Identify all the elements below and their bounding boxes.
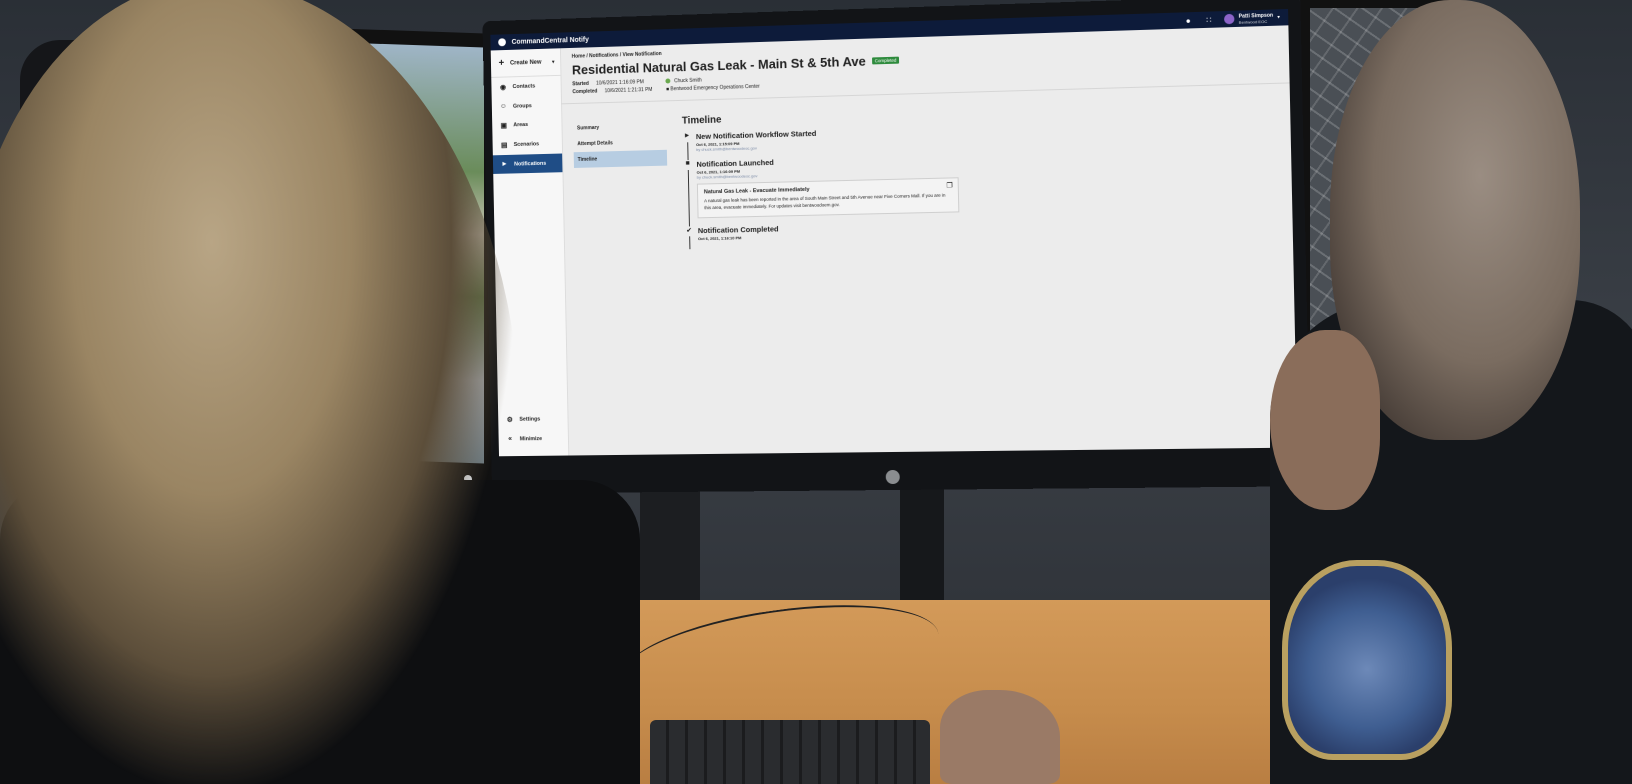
map-area-icon: ▣ (500, 122, 508, 130)
sidebar-item-scenarios[interactable]: ▤ Scenarios (492, 134, 562, 155)
groups-icon: ☺ (499, 102, 507, 111)
sidebar-item-label: Contacts (512, 83, 536, 91)
brand-logo-icon (498, 38, 506, 47)
timeline-event: ✔ Notification Completed Oct 6, 2021, 1:… (684, 219, 982, 241)
timeline-event: ► New Notification Workflow Started Oct … (682, 124, 980, 152)
started-label: Started (572, 80, 589, 88)
minimize-label: Minimize (519, 435, 543, 442)
police-shoulder-patch (1282, 560, 1452, 760)
completed-value: 10/6/2021 1:21:31 PM (604, 86, 653, 95)
sidebar-item-label: Notifications (514, 160, 547, 168)
completed-label: Completed (572, 88, 598, 96)
detail-subnav: Summary Attempt Details Timeline (573, 118, 668, 168)
avatar (1224, 13, 1235, 25)
create-new-button[interactable]: + Create New ▾ (490, 48, 561, 78)
monitor-stand (900, 470, 944, 610)
meta-owner: Chuck Smith ■ Bentwood Emergency Operati… (665, 76, 760, 95)
user-org: Bentwood EOC (1238, 18, 1268, 25)
main-monitor: CommandCentral Notify ● ∷ Patti Simpson … (482, 0, 1311, 494)
sidebar-item-notifications[interactable]: ► Notifications (492, 153, 563, 174)
timeline-event: ■ Notification Launched Oct 6, 2021, 1:1… (682, 153, 981, 218)
keyboard (650, 720, 930, 784)
started-value: 10/6/2021 1:16:09 PM (596, 79, 644, 87)
plus-icon: + (498, 57, 505, 69)
sidebar-item-label: Areas (513, 121, 529, 129)
user-status-icon (665, 78, 671, 84)
meta-started: Started 10/6/2021 1:16:09 PM (572, 79, 652, 87)
chevron-down-icon: ▾ (551, 58, 555, 65)
organization-name: Bentwood Emergency Operations Center (670, 83, 760, 93)
check-circle-icon: ✔ (684, 225, 695, 236)
sidebar-item-areas[interactable]: ▣ Areas (492, 114, 562, 136)
megaphone-icon: ► (682, 132, 693, 143)
bell-icon[interactable]: ● (1183, 15, 1193, 25)
message-card: ❐ Natural Gas Leak - Evacuate Immediatel… (696, 177, 960, 218)
hand-on-keyboard (940, 690, 1060, 784)
settings-label: Settings (519, 416, 541, 423)
sidebar-item-label: Scenarios (513, 141, 540, 148)
sidebar-item-contacts[interactable]: ◉ Contacts (491, 76, 561, 98)
monitor-logo (885, 469, 900, 485)
officer-hand (1270, 330, 1380, 510)
monitor-stand-left (640, 480, 700, 600)
org-row: ■ Bentwood Emergency Operations Center (666, 84, 760, 93)
photo-scene: CommandCentral Notify ● ∷ Patti Simpson … (0, 0, 1632, 784)
apps-grid-icon[interactable]: ∷ (1204, 14, 1215, 24)
owner-name: Chuck Smith (674, 77, 702, 85)
meta-times: Started 10/6/2021 1:16:09 PM Completed 1… (572, 79, 652, 97)
timeline-events: ► New Notification Workflow Started Oct … (682, 124, 982, 250)
app-screen: CommandCentral Notify ● ∷ Patti Simpson … (490, 9, 1298, 457)
message-body: A natural gas leak has been reported in … (704, 192, 946, 210)
copy-icon[interactable]: ❐ (946, 181, 952, 189)
meta-completed: Completed 10/6/2021 1:21:31 PM (572, 87, 652, 95)
building-icon: ■ (665, 86, 670, 93)
timeline-panel: Timeline ► New Notification Workflow Sta… (682, 107, 982, 250)
launch-icon: ■ (682, 160, 693, 171)
sidebar-item-label: Groups (512, 102, 532, 110)
sidebar-item-groups[interactable]: ☺ Groups (492, 95, 562, 116)
tab-timeline[interactable]: Timeline (573, 149, 668, 168)
document-icon: ▤ (500, 142, 508, 150)
create-new-label: Create New (509, 59, 542, 67)
contact-icon: ◉ (499, 84, 506, 92)
megaphone-icon: ► (501, 160, 508, 168)
status-badge: Completed (871, 56, 900, 65)
